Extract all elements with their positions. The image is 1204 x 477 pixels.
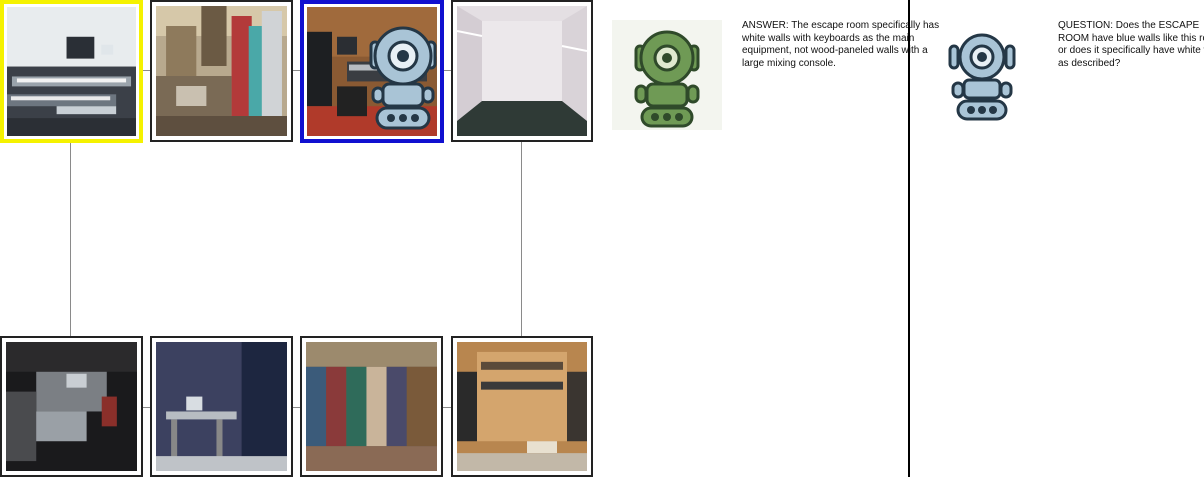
- connector-line: [292, 407, 300, 408]
- photo-clothing-store: [306, 342, 437, 471]
- blue-robot-icon: [948, 33, 1016, 121]
- connector-line: [292, 70, 300, 71]
- image-tile-blue-studio[interactable]: [150, 336, 293, 477]
- image-tile-keyboard-studio[interactable]: [0, 0, 143, 143]
- photo-walk-in-closet: [457, 342, 587, 471]
- answer-avatar: [612, 20, 722, 130]
- green-robot-icon: [634, 30, 700, 128]
- image-tile-empty-closet[interactable]: [451, 0, 593, 142]
- image-tile-walk-in-closet[interactable]: [451, 336, 593, 477]
- photo-dark-studio: [6, 342, 137, 471]
- robot-overlay-icon: [369, 26, 437, 130]
- photo-keyboard-studio: [7, 7, 136, 136]
- image-tile-clothing-store[interactable]: [300, 336, 443, 477]
- answer-text: ANSWER: The escape room specifically has…: [742, 20, 940, 69]
- photo-blue-studio: [156, 342, 287, 471]
- image-tile-dark-studio[interactable]: [0, 336, 143, 477]
- question-text: QUESTION: Does the ESCAPE ROOM have blue…: [1058, 20, 1204, 69]
- panel-divider: [908, 0, 910, 477]
- photo-cluttered-room: [156, 6, 287, 136]
- connector-line: [142, 70, 150, 71]
- photo-empty-closet: [457, 6, 587, 136]
- connector-line: [521, 142, 522, 338]
- connector-line: [142, 407, 150, 408]
- image-tile-cluttered-room[interactable]: [150, 0, 293, 142]
- connector-line: [70, 142, 71, 338]
